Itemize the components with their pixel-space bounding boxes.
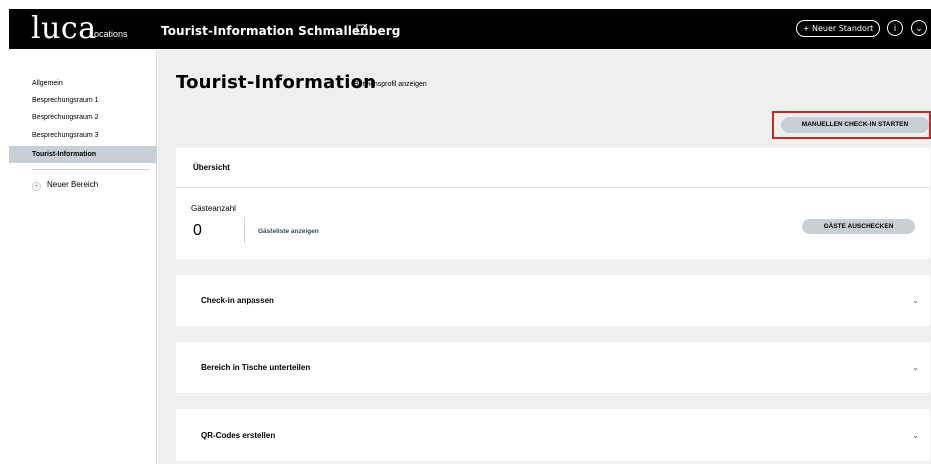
chevron-down-icon[interactable]: ⌄ xyxy=(911,20,927,36)
sidebar-item-besprechungsraum-3[interactable]: Besprechungsraum 3 xyxy=(9,127,157,144)
new-area-label: Neuer Bereich xyxy=(47,180,99,189)
accordion-title: Check-in anpassen xyxy=(201,296,274,305)
accordion-qr-codes[interactable]: QR-Codes erstellen ⌄ xyxy=(176,409,930,461)
overview-card: Übersicht Gästeanzahl 0 Gästeliste anzei… xyxy=(176,148,930,259)
plus-icon: + xyxy=(32,182,41,191)
edit-icon[interactable] xyxy=(356,23,368,35)
new-location-button[interactable]: + Neuer Standort xyxy=(796,20,880,37)
guest-divider xyxy=(244,217,245,243)
main-content: Tourist-Information Bereichsprofil anzei… xyxy=(158,49,931,464)
accordion-title: QR-Codes erstellen xyxy=(201,431,276,440)
overview-header: Übersicht xyxy=(176,148,930,188)
chevron-down-icon: ⌄ xyxy=(912,431,919,440)
page-title: Tourist-Information xyxy=(176,72,377,93)
accordion-tables[interactable]: Bereich in Tische unterteilen ⌄ xyxy=(176,342,930,393)
chevron-down-icon: ⌄ xyxy=(912,363,919,372)
logo-subtitle: Locations xyxy=(89,29,128,39)
sidebar-item-tourist-information[interactable]: Tourist-Information xyxy=(9,146,157,163)
manual-checkin-button[interactable]: MANUELLEN CHECK-IN STARTEN xyxy=(781,117,929,133)
guest-list-link[interactable]: Gästeliste anzeigen xyxy=(258,228,319,235)
area-profile-link[interactable]: Bereichsprofil anzeigen xyxy=(354,81,427,88)
info-icon[interactable]: i xyxy=(887,20,903,36)
sidebar-divider xyxy=(32,169,149,170)
checkout-guests-button[interactable]: GÄSTE AUSCHECKEN xyxy=(802,219,915,234)
new-area-button[interactable]: + Neuer Bereich xyxy=(32,180,98,191)
sidebar-item-allgemein[interactable]: Allgemein xyxy=(9,75,157,92)
accordion-title: Bereich in Tische unterteilen xyxy=(201,363,311,372)
sidebar-item-besprechungsraum-1[interactable]: Besprechungsraum 1 xyxy=(9,92,157,109)
luca-logo[interactable]: luca xyxy=(31,14,97,44)
guests-count: 0 xyxy=(193,222,202,239)
overview-title: Übersicht xyxy=(193,163,230,172)
sidebar: Allgemein Besprechungsraum 1 Besprechung… xyxy=(9,49,157,464)
chevron-down-icon: ⌄ xyxy=(912,296,919,305)
guests-label: Gästeanzahl xyxy=(191,204,236,213)
sidebar-item-besprechungsraum-2[interactable]: Besprechungsraum 2 xyxy=(9,109,157,126)
accordion-checkin[interactable]: Check-in anpassen ⌄ xyxy=(176,275,930,326)
top-bar: luca Locations Tourist-Information Schma… xyxy=(9,9,931,49)
